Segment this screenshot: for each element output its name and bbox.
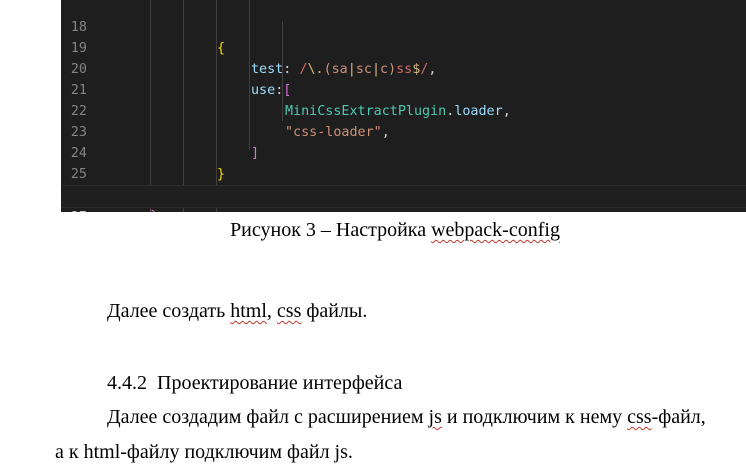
paragraph: а к html-файлу подключим файл js. (55, 441, 353, 464)
line-number: 27 (61, 207, 87, 212)
code-line: 19 test: /\.(sa|sc|c)ss$/, (61, 17, 746, 77)
section-number: 4.4.2 (107, 372, 147, 394)
code-line: 24 } (61, 122, 746, 182)
code-editor[interactable]: 18 { 19 test: /\.(sa|sc|c)ss$/, 20 use:[… (61, 0, 746, 212)
code-line: 18 { (61, 0, 746, 56)
paragraph: Далее создадим файл с расширением js и п… (107, 406, 706, 429)
text: Далее создать (107, 300, 231, 322)
code-line-current: 27 } (61, 185, 746, 212)
code-line: 25 ] (61, 143, 746, 203)
code-line: 21 MiniCssExtractPlugin.loader, (61, 59, 746, 119)
text: html (230, 300, 267, 322)
figure-caption: Рисунок 3 – Настройка webpack-config (0, 219, 746, 242)
text: и подключим к нему (441, 406, 628, 428)
text: css (627, 406, 652, 428)
text: css (276, 300, 302, 322)
text: Далее создадим файл с расширением (107, 406, 429, 428)
caption-text: Рисунок 3 – Настройка (230, 219, 432, 241)
text: js (428, 406, 442, 428)
code-line: 26 }, (61, 164, 746, 212)
section-title: Проектирование интерфейса (157, 372, 403, 394)
code-line: 20 use:[ (61, 38, 746, 98)
section-heading: 4.4.2 Проектирование интерфейса (107, 372, 402, 395)
code-line: 23 ] (61, 101, 746, 161)
text: -файл, (651, 406, 706, 428)
code-line: 22 "css-loader", (61, 80, 746, 140)
text: файлы. (301, 300, 368, 322)
text: , (266, 300, 277, 322)
paragraph: Далее создать html, css файлы. (107, 300, 367, 323)
caption-term: webpack-config (431, 219, 560, 241)
